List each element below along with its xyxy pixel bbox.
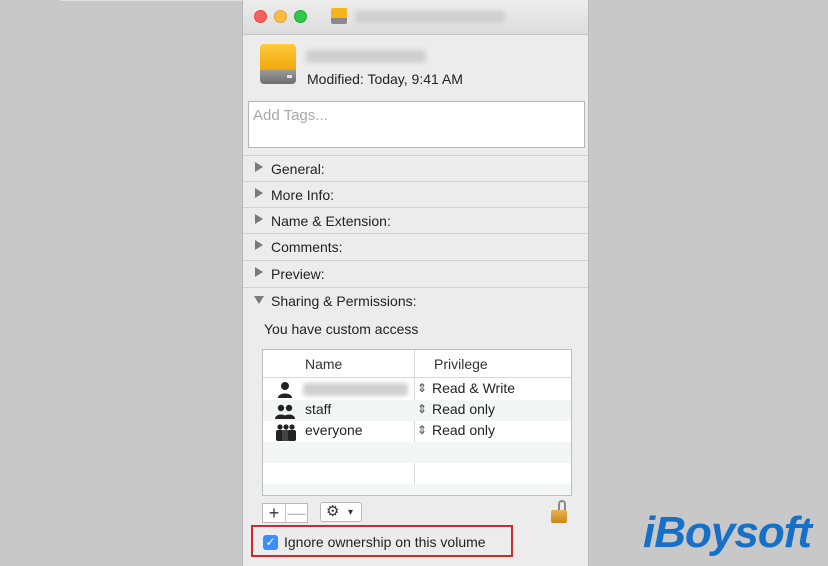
section-sharing-permissions[interactable]: Sharing & Permissions:	[243, 287, 588, 313]
section-label: Comments:	[271, 239, 343, 255]
lock-icon[interactable]	[551, 500, 567, 524]
updown-stepper-icon[interactable]: ⇕	[417, 402, 427, 416]
updown-stepper-icon[interactable]: ⇕	[417, 381, 427, 395]
section-label: Sharing & Permissions:	[271, 293, 417, 309]
chevron-down-icon: ▾	[348, 507, 354, 518]
disclosure-triangle-icon[interactable]	[255, 240, 263, 250]
zoom-button[interactable]	[294, 10, 307, 23]
privilege-value[interactable]: Read & Write	[432, 380, 515, 396]
ignore-ownership-label[interactable]: Ignore ownership on this volume	[284, 534, 486, 550]
section-label: More Info:	[271, 187, 335, 203]
iboysoft-watermark-logo: iBoysoft	[643, 508, 812, 557]
column-header-privilege[interactable]: Privilege	[434, 356, 488, 372]
redacted-user-name	[303, 383, 408, 396]
hard-drive-icon	[331, 8, 347, 25]
privilege-value[interactable]: Read only	[432, 401, 495, 417]
section-label: Preview:	[271, 266, 325, 282]
remove-user-button[interactable]: —	[286, 504, 307, 522]
ignore-ownership-checkbox[interactable]: ✓	[263, 535, 278, 550]
user-name: everyone	[305, 422, 363, 438]
privilege-value[interactable]: Read only	[432, 422, 495, 438]
disclosure-triangle-icon[interactable]	[255, 188, 263, 198]
updown-stepper-icon[interactable]: ⇕	[417, 423, 427, 437]
section-label: Name & Extension:	[271, 213, 391, 229]
minimize-button[interactable]	[274, 10, 287, 23]
group-icon	[275, 404, 295, 419]
permissions-table: Name Privilege ⇕ Read & Write staff ⇕ Re…	[262, 349, 572, 496]
add-remove-control: + —	[262, 503, 308, 523]
redacted-window-title	[355, 11, 505, 23]
redacted-volume-name	[306, 50, 426, 63]
section-label: General:	[271, 161, 325, 177]
table-header: Name Privilege	[263, 350, 571, 378]
user-name: staff	[305, 401, 332, 417]
table-row[interactable]: staff ⇕ Read only	[263, 400, 571, 421]
tags-input[interactable]	[253, 107, 573, 124]
access-text: You have custom access	[264, 321, 419, 337]
close-button[interactable]	[254, 10, 267, 23]
table-row-empty	[263, 442, 571, 463]
section-name-extension[interactable]: Name & Extension:	[243, 207, 588, 233]
everyone-icon	[276, 424, 296, 441]
section-general[interactable]: General:	[243, 155, 588, 181]
hard-drive-icon	[260, 44, 296, 86]
get-info-window: Modified: Today, 9:41 AM General: More I…	[242, 0, 589, 566]
tags-field[interactable]	[248, 101, 585, 148]
table-row[interactable]: everyone ⇕ Read only	[263, 421, 571, 442]
section-comments[interactable]: Comments:	[243, 233, 588, 259]
action-menu-button[interactable]: ⚙ ▾	[320, 502, 362, 522]
disclosure-triangle-icon[interactable]	[255, 162, 263, 172]
section-more-info[interactable]: More Info:	[243, 181, 588, 207]
column-header-name[interactable]: Name	[305, 356, 342, 372]
disclosure-triangle-icon[interactable]	[255, 214, 263, 224]
ignore-ownership-highlight: ✓ Ignore ownership on this volume	[251, 525, 513, 557]
title-bar[interactable]	[243, 0, 588, 35]
disclosure-triangle-icon[interactable]	[255, 267, 263, 277]
gear-icon: ⚙	[326, 503, 340, 520]
table-row-empty	[263, 484, 571, 495]
modified-date: Modified: Today, 9:41 AM	[307, 71, 463, 87]
add-user-button[interactable]: +	[263, 504, 286, 522]
section-preview[interactable]: Preview:	[243, 260, 588, 286]
disclosure-triangle-open-icon[interactable]	[254, 296, 264, 304]
table-row[interactable]: ⇕ Read & Write	[263, 379, 571, 400]
single-user-icon	[278, 382, 292, 398]
